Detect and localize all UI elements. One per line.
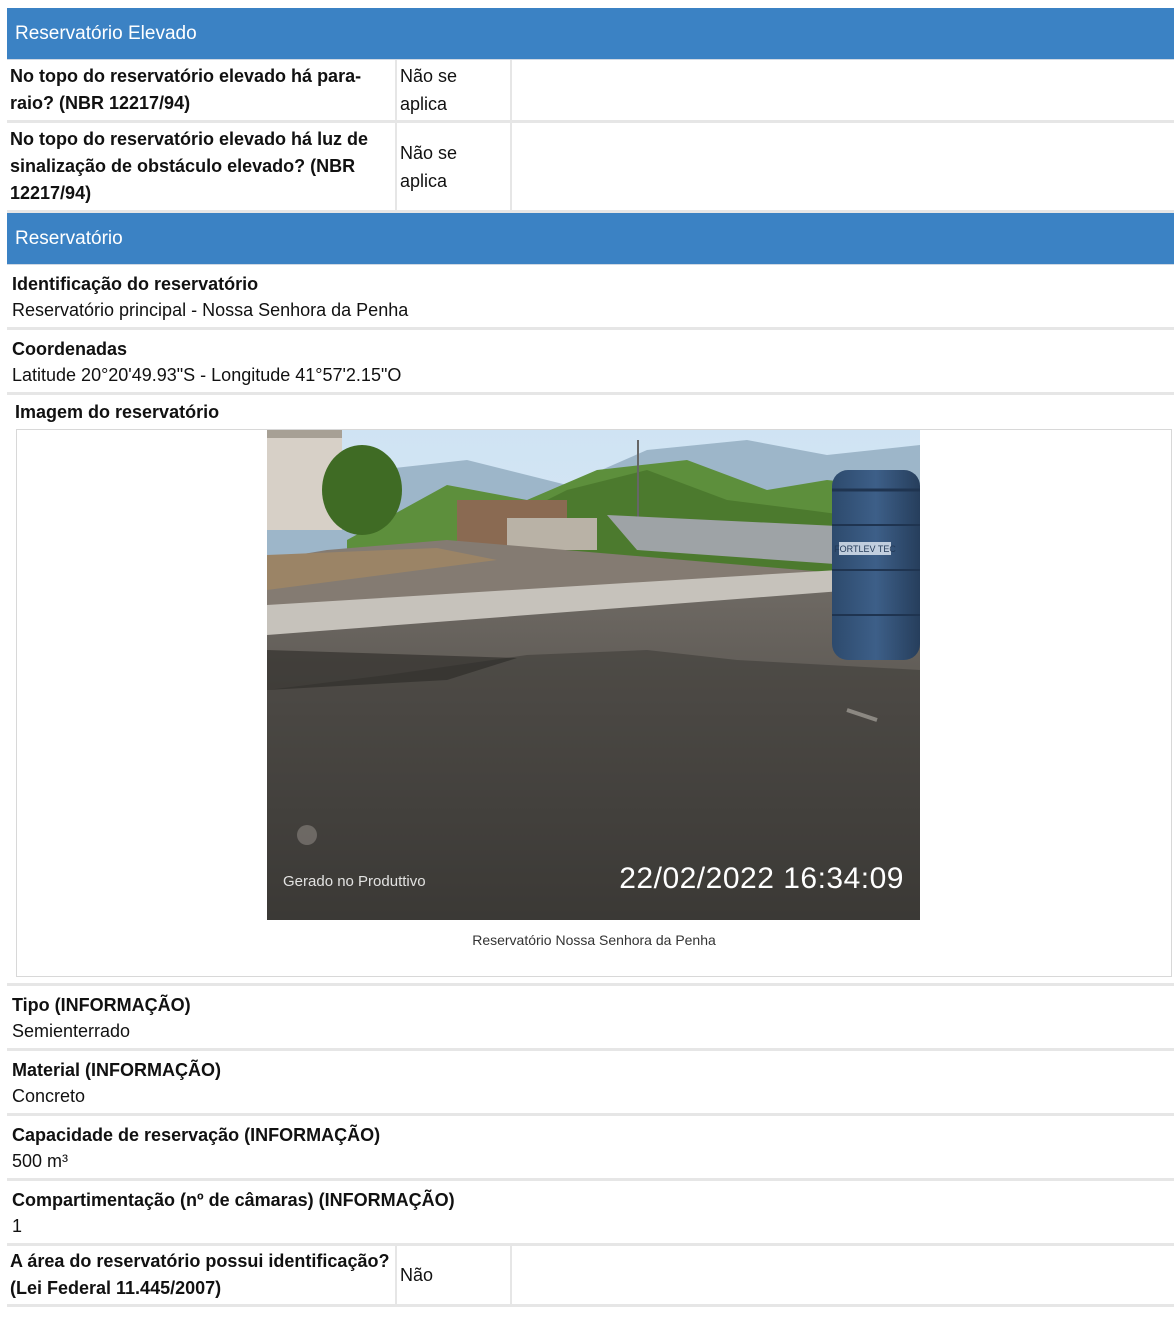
answer-value: Não se aplica [397, 123, 512, 210]
field-value: Latitude 20°20'49.93"S - Longitude 41°57… [12, 365, 402, 385]
section-title: Reservatório [15, 227, 123, 249]
field-label: Tipo (INFORMAÇÃO) [12, 995, 191, 1015]
field-capacity: Capacidade de reservação (INFORMAÇÃO) 50… [7, 1116, 1174, 1181]
field-label: Capacidade de reservação (INFORMAÇÃO) [12, 1125, 381, 1145]
question-row-lightning-rod: No topo do reservatório elevado há para-… [7, 60, 1174, 123]
question-row-obstacle-light: No topo do reservatório elevado há luz d… [7, 123, 1174, 213]
field-label: Coordenadas [12, 339, 128, 359]
field-coordinates: Coordenadas Latitude 20°20'49.93"S - Lon… [7, 330, 1174, 395]
question-label: No topo do reservatório elevado há luz d… [7, 123, 397, 210]
field-value: Concreto [12, 1086, 86, 1106]
tank-brand-text: FORTLEV TEC [834, 544, 896, 554]
answer-value: Não [397, 1246, 512, 1304]
image-frame: FORTLEV TEC Gerado no Produttivo 22/02/2… [16, 429, 1172, 977]
section-header-elevated-reservoir: Reservatório Elevado [7, 8, 1174, 60]
field-identification: Identificação do reservatório Reservatór… [7, 265, 1174, 330]
photo-watermark: Gerado no Produttivo [283, 873, 426, 890]
image-caption: Reservatório Nossa Senhora da Penha [472, 932, 716, 948]
field-material: Material (INFORMAÇÃO) Concreto [7, 1051, 1174, 1116]
field-type: Tipo (INFORMAÇÃO) Semienterrado [7, 986, 1174, 1051]
section-title: Reservatório Elevado [15, 22, 197, 44]
question-label: No topo do reservatório elevado há para-… [7, 60, 397, 120]
field-value: Reservatório principal - Nossa Senhora d… [12, 300, 409, 320]
photo-timestamp: 22/02/2022 16:34:09 [619, 862, 904, 895]
question-row-signage: A área do reservatório possui identifica… [7, 1246, 1174, 1307]
question-label: A área do reservatório possui identifica… [7, 1246, 397, 1304]
field-value: 500 m³ [12, 1151, 69, 1171]
field-reservoir-image: Imagem do reservatório FORTLEV TEC Gerad… [7, 395, 1174, 986]
field-label: Compartimentação (nº de câmaras) (INFORM… [12, 1190, 455, 1210]
field-label: Identificação do reservatório [12, 274, 259, 294]
field-label: Imagem do reservatório [15, 402, 220, 422]
field-value: Semienterrado [12, 1021, 131, 1041]
field-chambers: Compartimentação (nº de câmaras) (INFORM… [7, 1181, 1174, 1246]
reservoir-photo[interactable]: FORTLEV TEC Gerado no Produttivo 22/02/2… [267, 430, 920, 920]
answer-value: Não se aplica [397, 60, 512, 120]
field-label: Material (INFORMAÇÃO) [12, 1060, 222, 1080]
section-header-reservoir: Reservatório [7, 213, 1174, 265]
field-value: 1 [12, 1216, 23, 1236]
report-page: Reservatório Elevado No topo do reservat… [7, 8, 1174, 1307]
